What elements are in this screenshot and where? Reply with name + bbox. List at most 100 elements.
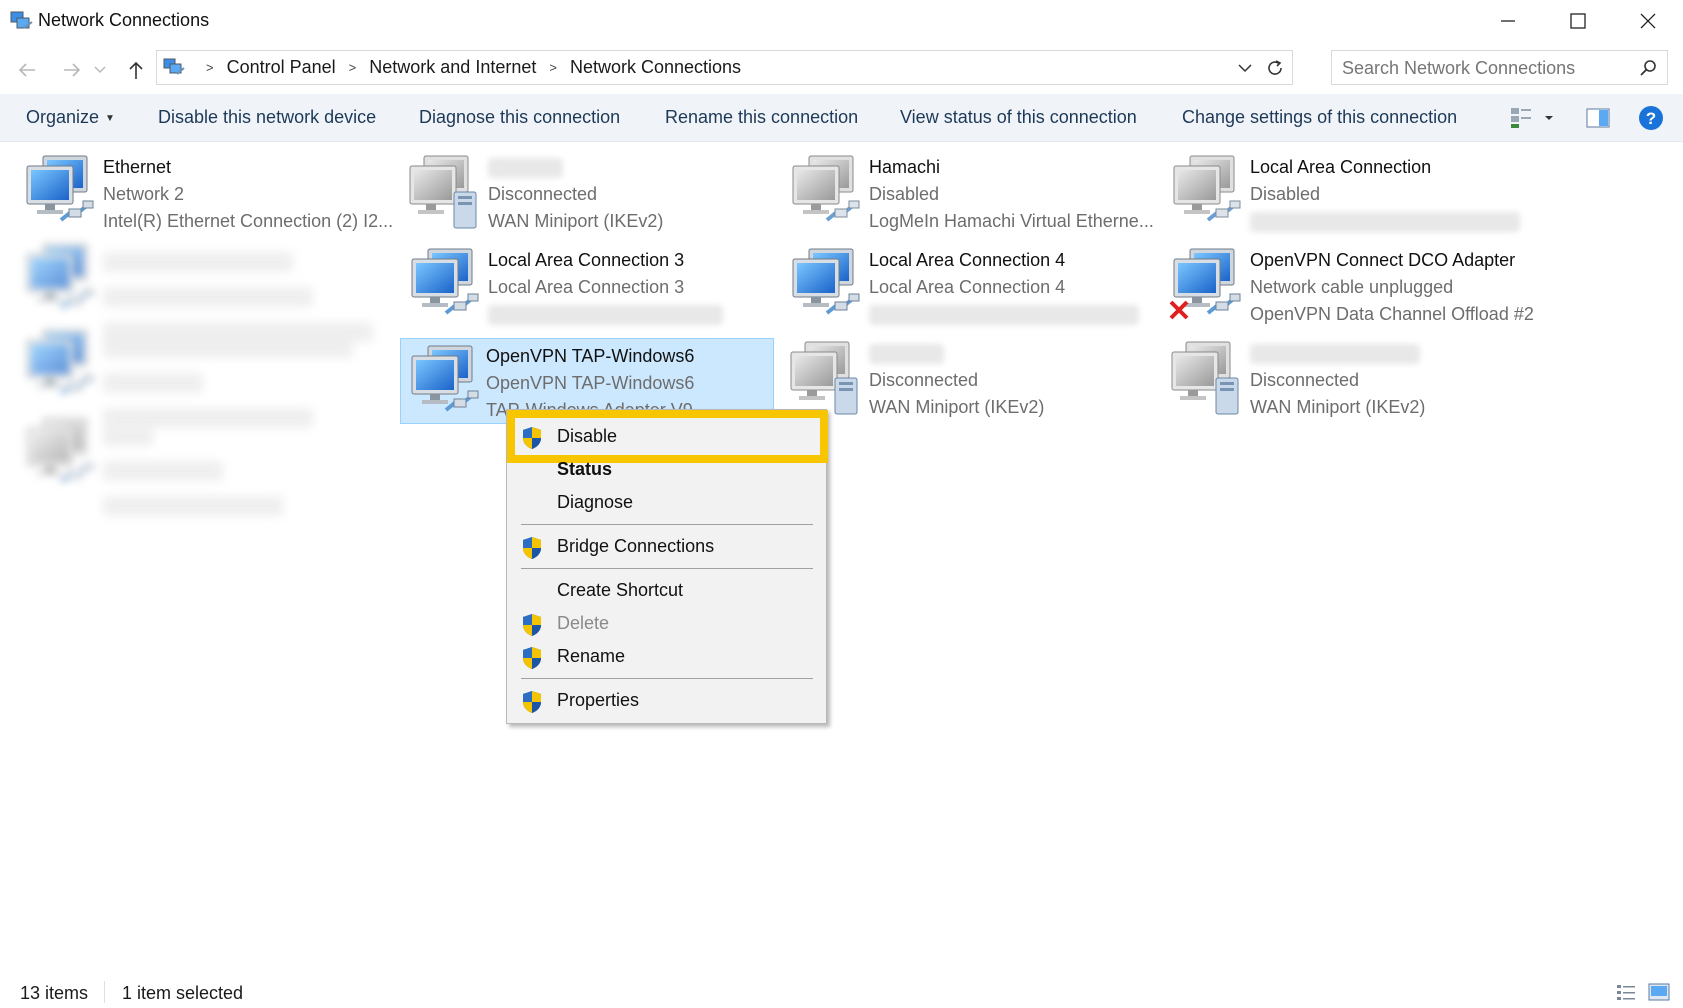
help-button[interactable]: ? <box>1636 104 1666 132</box>
command-bar: Organize ▼ Disable this network device Di… <box>0 94 1683 142</box>
back-arrow-icon <box>18 63 35 77</box>
connection-status: Local Area Connection 4 <box>869 277 1066 297</box>
connection-status: Disconnected <box>488 184 598 204</box>
preview-pane-button[interactable] <box>1584 104 1612 132</box>
wan-miniport-icon <box>789 340 861 416</box>
menu-item-create-shortcut[interactable]: Create Shortcut <box>507 575 826 607</box>
menu-item-properties[interactable]: Properties <box>507 685 826 717</box>
connection-name: Local Area Connection 3 <box>488 250 685 270</box>
menu-separator <box>521 524 813 525</box>
connection-device: WAN Miniport (IKEv2) <box>869 397 1045 417</box>
connection-status: Disconnected <box>1250 370 1360 390</box>
connection-device: WAN Miniport (IKEv2) <box>488 211 664 231</box>
recent-locations-button[interactable] <box>92 56 108 84</box>
menu-item-status[interactable]: Status <box>507 454 826 486</box>
control-panel-icon <box>163 58 185 75</box>
menu-item-delete[interactable]: Delete <box>507 608 826 640</box>
status-divider <box>104 981 105 1003</box>
connection-item-local-area-3[interactable]: Local Area Connection 3 Local Area Conne… <box>400 241 774 327</box>
uac-shield-icon <box>521 536 543 560</box>
forward-button[interactable] <box>58 56 86 84</box>
organize-label: Organize <box>26 107 100 127</box>
search-box[interactable]: Search Network Connections <box>1331 50 1668 85</box>
network-connected-icon <box>408 344 480 420</box>
window-title: Network Connections <box>38 10 210 30</box>
diagnose-connection-button[interactable]: Diagnose this connection <box>419 107 620 128</box>
breadcrumb-separator-icon[interactable]: > <box>549 60 557 75</box>
connection-item-ethernet[interactable]: Ethernet Network 2 Intel(R) Ethernet Con… <box>15 148 393 234</box>
connection-item-hamachi[interactable]: Hamachi Disabled LogMeIn Hamachi Virtual… <box>781 148 1155 234</box>
navigation-bar: > Control Panel > Network and Internet >… <box>0 44 1683 94</box>
connection-item-redacted[interactable] <box>15 410 389 517</box>
minimize-icon <box>1501 20 1515 22</box>
breadcrumb-separator-icon[interactable]: > <box>349 60 357 75</box>
change-settings-button[interactable]: Change settings of this connection <box>1182 107 1457 128</box>
menu-item-label: Bridge Connections <box>557 536 715 556</box>
menu-separator <box>521 568 813 569</box>
refresh-button[interactable] <box>1262 56 1288 80</box>
disable-device-button[interactable]: Disable this network device <box>158 107 376 128</box>
breadcrumb: > Control Panel > Network and Internet >… <box>193 57 741 78</box>
connection-item-wan-miniport[interactable]: Disconnected WAN Miniport (IKEv2) <box>400 148 774 234</box>
dropdown-arrow-icon: ▼ <box>105 112 115 124</box>
connection-status: Disconnected <box>869 370 979 390</box>
connection-device: WAN Miniport (IKEv2) <box>1250 397 1426 417</box>
menu-item-rename[interactable]: Rename <box>507 641 826 673</box>
connection-item-redacted[interactable] <box>15 236 389 343</box>
connection-name: Hamachi <box>869 157 941 177</box>
uac-shield-icon <box>521 690 543 714</box>
connection-item-wan-miniport[interactable]: Disconnected WAN Miniport (IKEv2) <box>1162 334 1536 420</box>
view-status-button[interactable]: View status of this connection <box>900 107 1137 128</box>
menu-item-bridge-connections[interactable]: Bridge Connections <box>507 531 826 563</box>
network-disabled-icon <box>1170 154 1242 230</box>
connection-status: Local Area Connection 3 <box>488 277 685 297</box>
connection-item-local-area-4[interactable]: Local Area Connection 4 Local Area Conne… <box>781 241 1155 327</box>
wan-miniport-icon <box>408 154 480 230</box>
network-connections-icon <box>10 11 33 29</box>
network-disabled-icon <box>23 416 95 492</box>
svg-text:?: ? <box>1646 109 1656 128</box>
menu-item-label: Delete <box>557 613 610 633</box>
connection-item-wan-miniport[interactable]: Disconnected WAN Miniport (IKEv2) <box>781 334 1155 420</box>
organize-menu[interactable]: Organize ▼ <box>26 107 115 128</box>
menu-item-diagnose[interactable]: Diagnose <box>507 487 826 519</box>
details-view-icon[interactable] <box>1615 982 1637 1002</box>
network-connected-icon <box>23 242 95 318</box>
address-bar[interactable]: > Control Panel > Network and Internet >… <box>156 50 1293 85</box>
connection-item-openvpn-dco[interactable]: OpenVPN Connect DCO Adapter Network cabl… <box>1162 241 1592 327</box>
up-button[interactable] <box>122 56 150 84</box>
wan-miniport-icon <box>1170 340 1242 416</box>
connection-name: Local Area Connection <box>1250 157 1432 177</box>
network-connected-icon <box>789 247 861 323</box>
connection-item-local-area[interactable]: Local Area Connection Disabled <box>1162 148 1536 234</box>
close-button[interactable] <box>1613 0 1683 42</box>
change-view-button[interactable] <box>1508 104 1558 132</box>
connection-device: Intel(R) Ethernet Connection (2) I2... <box>103 211 394 231</box>
search-input[interactable]: Search Network Connections <box>1342 58 1575 79</box>
rename-connection-button[interactable]: Rename this connection <box>665 107 858 128</box>
connection-name <box>488 154 663 181</box>
search-icon[interactable] <box>1639 59 1657 77</box>
address-history-button[interactable] <box>1234 57 1256 79</box>
view-options-icon <box>1511 108 1553 128</box>
back-button[interactable] <box>13 56 41 84</box>
connection-status: Disabled <box>1250 184 1321 204</box>
menu-separator <box>521 678 813 679</box>
title-bar: Network Connections <box>0 0 1683 44</box>
menu-item-label: Properties <box>557 690 640 710</box>
breadcrumb-network-connections[interactable]: Network Connections <box>570 57 741 78</box>
breadcrumb-control-panel[interactable]: Control Panel <box>227 57 336 78</box>
connection-item-redacted[interactable] <box>15 322 389 429</box>
connection-status: Disabled <box>869 184 940 204</box>
breadcrumb-network-and-internet[interactable]: Network and Internet <box>369 57 536 78</box>
minimize-button[interactable] <box>1473 0 1543 42</box>
help-icon: ? <box>1639 106 1663 130</box>
connection-status: OpenVPN TAP-Windows6 <box>486 373 695 393</box>
item-count: 13 items <box>20 983 89 1003</box>
large-icons-view-icon[interactable] <box>1648 982 1670 1002</box>
preview-pane-icon <box>1586 108 1610 128</box>
maximize-icon <box>1570 13 1586 29</box>
maximize-button[interactable] <box>1543 0 1613 42</box>
selection-count: 1 item selected <box>122 983 244 1003</box>
uac-shield-icon <box>521 646 543 670</box>
